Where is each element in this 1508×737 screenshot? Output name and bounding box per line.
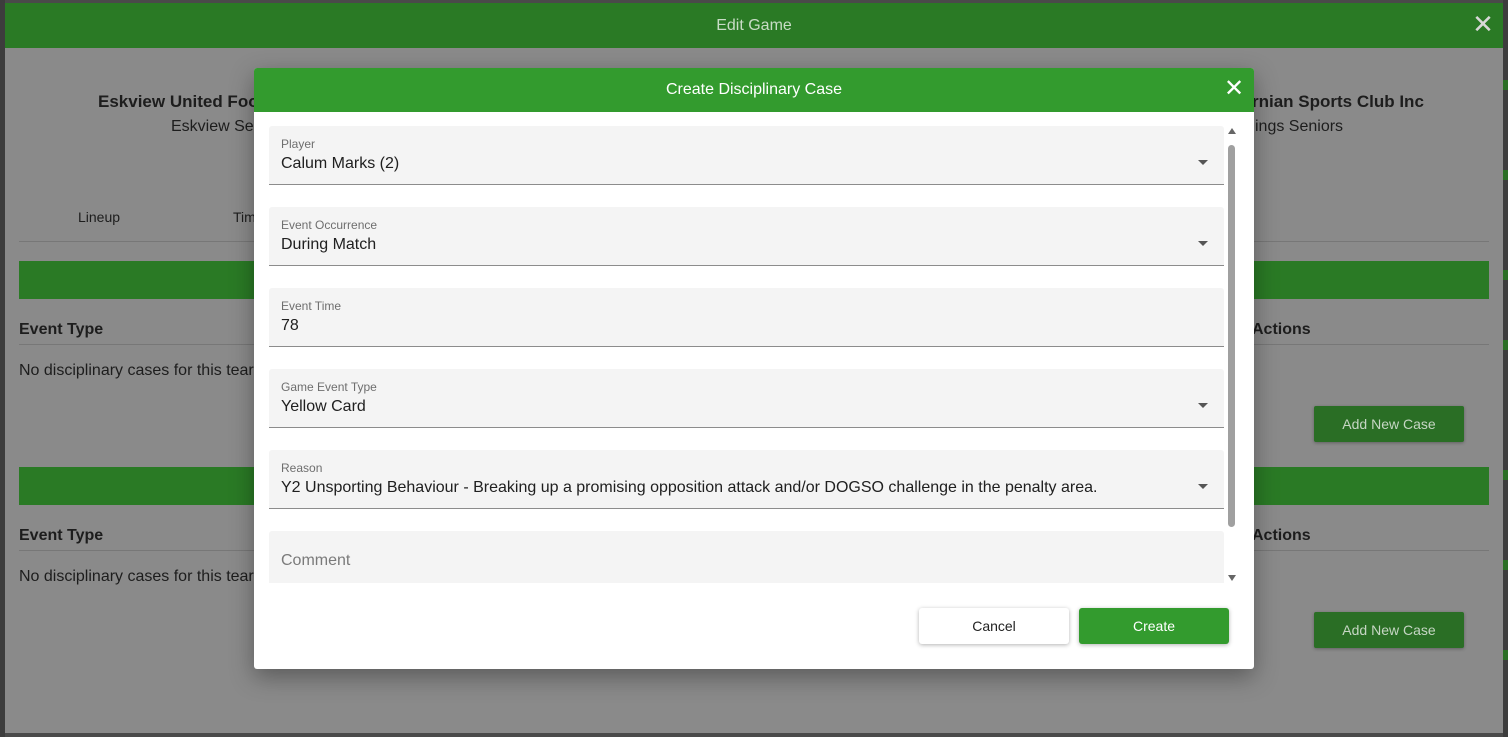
empty-cases-text: No disciplinary cases for this tear <box>19 362 254 379</box>
event-occurrence-label: Event Occurrence <box>281 218 378 232</box>
chevron-down-icon <box>1198 403 1208 408</box>
add-new-case-button[interactable]: Add New Case <box>1314 406 1464 442</box>
modal-form: Player Calum Marks (2) Event Occurrence … <box>269 126 1224 583</box>
cancel-button[interactable]: Cancel <box>919 608 1069 644</box>
scroll-down-arrow-icon[interactable] <box>1228 575 1236 581</box>
create-button[interactable]: Create <box>1079 608 1229 644</box>
close-icon[interactable]: ✕ <box>1222 77 1246 102</box>
modal-header: Create Disciplinary Case ✕ <box>254 68 1254 112</box>
player-select[interactable]: Player Calum Marks (2) <box>269 126 1224 185</box>
chevron-down-icon <box>1198 241 1208 246</box>
reason-select[interactable]: Reason Y2 Unsporting Behaviour - Breakin… <box>269 450 1224 509</box>
game-event-type-value: Yellow Card <box>281 398 366 415</box>
column-actions: Actions <box>1252 527 1311 544</box>
comment-textarea[interactable]: Comment <box>269 531 1224 583</box>
event-time-input[interactable]: Event Time 78 <box>269 288 1224 347</box>
event-time-label: Event Time <box>281 299 342 313</box>
home-team-subtitle: Eskview Sen <box>171 118 263 135</box>
away-team-subtitle: ings Seniors <box>1255 118 1344 135</box>
game-event-type-label: Game Event Type <box>281 380 377 394</box>
create-disciplinary-case-modal: Create Disciplinary Case ✕ Player Calum … <box>254 68 1254 669</box>
scroll-up-arrow-icon[interactable] <box>1228 128 1236 134</box>
reason-value: Y2 Unsporting Behaviour - Breaking up a … <box>281 479 1098 496</box>
modal-scrollbar[interactable] <box>1226 126 1238 583</box>
reason-label: Reason <box>281 461 323 475</box>
away-team-name: rnian Sports Club Inc <box>1252 92 1424 111</box>
event-occurrence-value: During Match <box>281 236 377 253</box>
close-icon[interactable]: ✕ <box>1471 11 1495 37</box>
player-label: Player <box>281 137 316 151</box>
player-value: Calum Marks (2) <box>281 155 400 172</box>
scroll-thumb[interactable] <box>1228 145 1235 527</box>
event-occurrence-select[interactable]: Event Occurrence During Match <box>269 207 1224 266</box>
background-page-right <box>1503 0 1508 737</box>
tab-lineup[interactable]: Lineup <box>78 209 120 225</box>
add-new-case-button[interactable]: Add New Case <box>1314 612 1464 648</box>
game-event-type-select[interactable]: Game Event Type Yellow Card <box>269 369 1224 428</box>
column-event-type: Event Type <box>19 527 104 544</box>
column-actions: Actions <box>1252 321 1311 338</box>
chevron-down-icon <box>1198 484 1208 489</box>
edit-game-header: Edit Game ✕ <box>5 3 1503 48</box>
modal-title: Create Disciplinary Case <box>665 81 843 98</box>
chevron-down-icon <box>1198 160 1208 165</box>
empty-cases-text: No disciplinary cases for this tear <box>19 568 254 585</box>
event-time-value: 78 <box>281 317 299 334</box>
edit-game-title: Edit Game <box>716 16 792 34</box>
home-team-name: Eskview United Foo <box>98 92 259 111</box>
comment-placeholder: Comment <box>281 552 351 569</box>
column-event-type: Event Type <box>19 321 104 338</box>
tab-timeline[interactable]: Tim <box>233 209 256 225</box>
